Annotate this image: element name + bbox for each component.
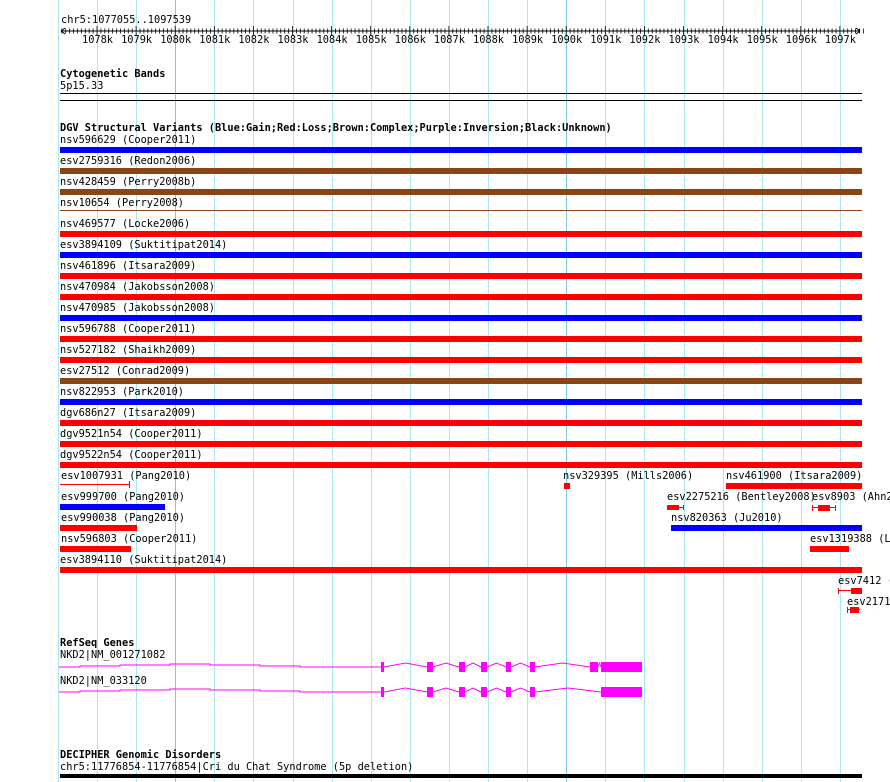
exon <box>459 662 465 672</box>
intron-line <box>59 663 381 668</box>
exon <box>506 662 511 672</box>
intron-line <box>464 687 482 693</box>
intron-line <box>432 662 460 668</box>
gene-models[interactable] <box>0 0 890 782</box>
intron-line <box>510 662 531 668</box>
exon <box>481 662 487 672</box>
decipher-feature[interactable] <box>60 774 862 778</box>
exon <box>601 687 642 697</box>
intron-line <box>59 688 381 693</box>
exon <box>427 662 433 672</box>
intron-line <box>534 687 602 693</box>
exon <box>530 687 535 697</box>
exon <box>590 662 598 672</box>
exon <box>481 687 487 697</box>
exon <box>381 662 384 672</box>
intron-line <box>597 661 602 668</box>
exon <box>601 662 642 672</box>
intron-line <box>486 662 507 668</box>
intron-line <box>486 687 507 693</box>
track-title: DECIPHER Genomic Disorders <box>60 749 222 761</box>
intron-line <box>534 662 591 668</box>
intron-line <box>432 687 460 693</box>
decipher-label: chr5:11776854-11776854|Cri du Chat Syndr… <box>60 761 414 773</box>
exon <box>427 687 433 697</box>
intron-line <box>510 687 531 693</box>
exon <box>459 687 465 697</box>
intron-line <box>383 687 428 693</box>
intron-line <box>464 662 482 668</box>
exon <box>530 662 535 672</box>
exon <box>381 687 384 697</box>
exon <box>506 687 511 697</box>
intron-line <box>383 662 428 668</box>
